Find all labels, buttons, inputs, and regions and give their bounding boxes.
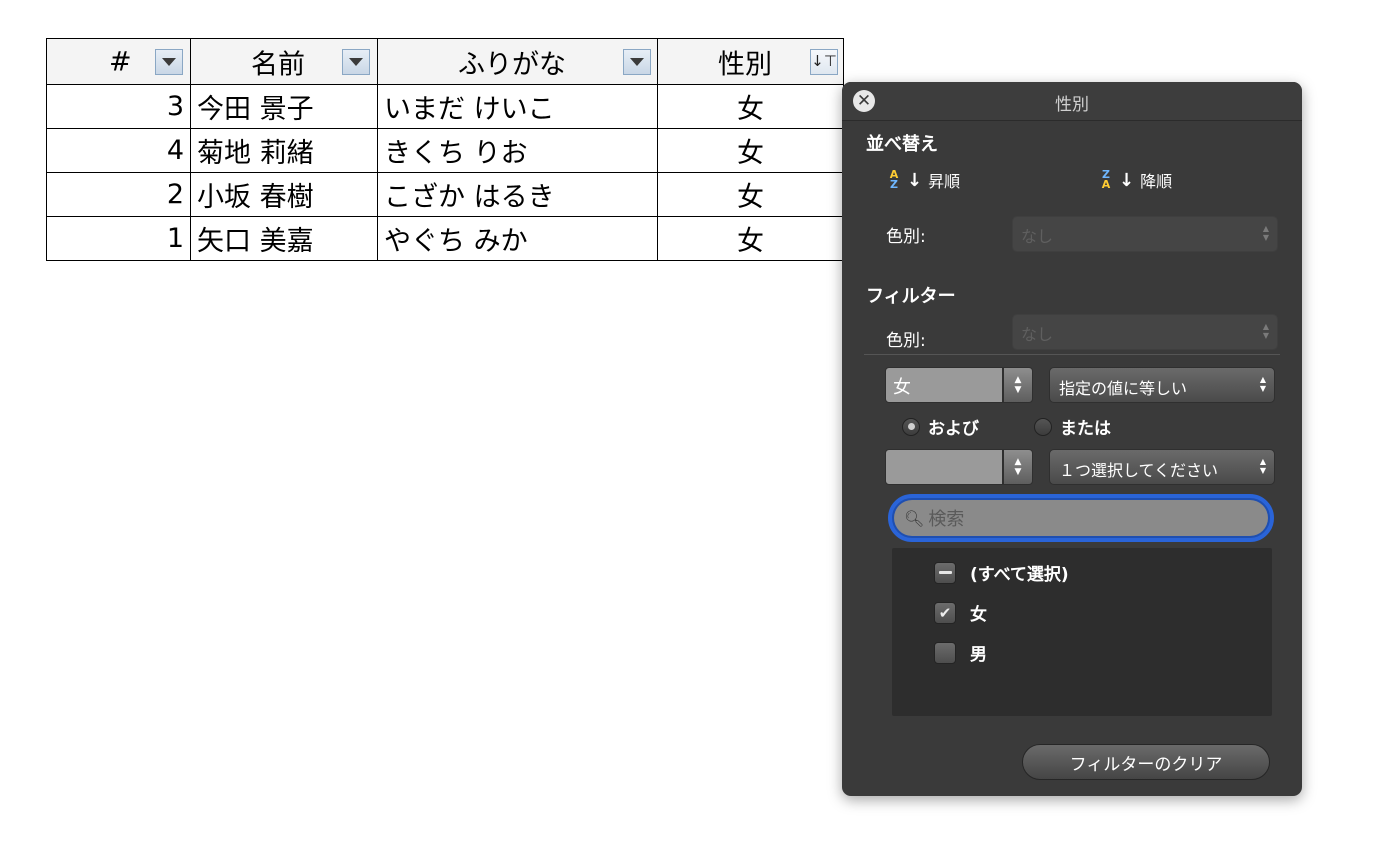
triangle-down-icon — [162, 57, 176, 66]
column-header-num[interactable]: # — [46, 38, 191, 85]
cell-num[interactable]: 3 — [46, 84, 191, 129]
cell-kana[interactable]: こざか はるき — [377, 172, 658, 217]
column-header-label: 性別 — [718, 49, 772, 80]
filter-heading: フィルター — [866, 286, 956, 307]
table-row: 3 今田 景子 いまだ けいこ 女 — [46, 84, 844, 129]
column-header-label: ふりがな — [458, 49, 566, 80]
sort-ascending-label: 昇順 — [928, 172, 961, 191]
column-header-kana[interactable]: ふりがな — [377, 38, 658, 85]
sort-filter-active-icon[interactable]: ↓⊤ — [810, 48, 838, 75]
column-header-label: # — [109, 46, 132, 77]
popover-title: 性別 — [1055, 95, 1089, 115]
stepper-arrows-icon: ▲ ▼ — [1259, 457, 1266, 475]
filter-operator1-select[interactable]: 指定の値に等しい ▲ ▼ — [1049, 367, 1275, 403]
stepper-arrows-icon: ▲ ▼ — [1262, 322, 1269, 340]
spreadsheet-table: # 名前 ふりがな 性別 ↓⊤ 3 今田 景子 いまだ けいこ 女 4 菊地 莉… — [46, 38, 844, 261]
cell-sex[interactable]: 女 — [657, 84, 844, 129]
column-header-label: 名前 — [251, 49, 305, 80]
sort-color-label: 色別: — [886, 227, 926, 247]
filter-color-label: 色別: — [886, 331, 926, 351]
sort-descending-label: 降順 — [1140, 172, 1173, 191]
list-item-female[interactable]: ✔ 女 — [934, 600, 987, 625]
cell-sex[interactable]: 女 — [657, 172, 844, 217]
cell-num[interactable]: 4 — [46, 128, 191, 173]
header-row: # 名前 ふりがな 性別 ↓⊤ — [46, 38, 844, 85]
search-input[interactable]: 🔍︎ 検索 — [894, 500, 1268, 536]
clear-filter-button[interactable]: フィルターのクリア — [1022, 744, 1270, 780]
filter-popover: ✕ 性別 並べ替え AZ ↓ 昇順 ZA ↓ 降順 色別: なし ▲ ▼ フィルタ… — [842, 82, 1302, 796]
radio-and-label: および — [928, 419, 979, 439]
cell-num[interactable]: 2 — [46, 172, 191, 217]
table-row: 4 菊地 莉緒 きくち りお 女 — [46, 128, 844, 173]
sort-az-icon: AZ — [889, 168, 899, 191]
stepper-arrows-icon: ▲ ▼ — [1259, 375, 1266, 393]
value-checklist: (すべて選択) ✔ 女 男 — [892, 548, 1272, 716]
section-divider — [864, 354, 1280, 355]
cell-kana[interactable]: やぐち みか — [377, 216, 658, 261]
stepper-arrows-icon: ▲ ▼ — [1262, 224, 1269, 242]
filter-value2-stepper[interactable]: ▲ ▼ — [1003, 449, 1033, 485]
filter-dropdown-button[interactable] — [623, 48, 651, 75]
list-item-label: (すべて選択) — [970, 565, 1069, 585]
filter-color-value: なし — [1021, 325, 1054, 344]
radio-or[interactable]: または — [1034, 414, 1111, 439]
checkbox-mixed-icon[interactable] — [934, 561, 956, 584]
cell-name[interactable]: 今田 景子 — [190, 84, 378, 129]
sort-ascending-button[interactable]: AZ ↓ 昇順 — [888, 168, 960, 192]
filter-operator2-select[interactable]: １つ選択してください ▲ ▼ — [1049, 449, 1275, 485]
list-item-label: 女 — [970, 605, 987, 625]
cell-name[interactable]: 菊地 莉緒 — [190, 128, 378, 173]
radio-dot — [902, 417, 920, 436]
cell-kana[interactable]: いまだ けいこ — [377, 84, 658, 129]
checkbox-checked-icon[interactable]: ✔ — [934, 601, 956, 624]
list-item-label: 男 — [970, 645, 987, 665]
radio-or-label: または — [1060, 419, 1111, 439]
filter-value2-combo[interactable] — [885, 449, 1003, 485]
operator1-label: 指定の値に等しい — [1059, 379, 1188, 398]
sort-color-select: なし ▲ ▼ — [1012, 216, 1278, 252]
operator2-label: １つ選択してください — [1059, 461, 1219, 480]
filter-value1-combo[interactable]: 女 — [885, 367, 1003, 403]
triangle-down-icon — [630, 57, 644, 66]
list-item-male[interactable]: 男 — [934, 640, 987, 665]
search-placeholder: 検索 — [928, 509, 965, 530]
radio-and[interactable]: および — [902, 414, 979, 439]
checkbox-unchecked-icon[interactable] — [934, 641, 956, 664]
filter-value1-stepper[interactable]: ▲ ▼ — [1003, 367, 1033, 403]
cell-kana[interactable]: きくち りお — [377, 128, 658, 173]
cell-name[interactable]: 小坂 春樹 — [190, 172, 378, 217]
cell-sex[interactable]: 女 — [657, 216, 844, 261]
cell-sex[interactable]: 女 — [657, 128, 844, 173]
search-focus-ring: 🔍︎ 検索 — [888, 494, 1274, 542]
sort-za-icon: ZA — [1101, 168, 1111, 191]
list-item-select-all[interactable]: (すべて選択) — [934, 560, 1069, 585]
filter-color-select: なし ▲ ▼ — [1012, 314, 1278, 350]
table-row: 2 小坂 春樹 こざか はるき 女 — [46, 172, 844, 217]
popover-title-bar: ✕ 性別 — [842, 82, 1302, 121]
cell-name[interactable]: 矢口 美嘉 — [190, 216, 378, 261]
filter-dropdown-button[interactable] — [342, 48, 370, 75]
radio-dot — [1034, 417, 1052, 436]
sort-color-value: なし — [1021, 227, 1054, 246]
sort-descending-button[interactable]: ZA ↓ 降順 — [1100, 168, 1172, 192]
search-icon: 🔍︎ — [904, 508, 925, 528]
arrow-down-icon: ↓ — [1119, 169, 1135, 191]
sort-heading: 並べ替え — [866, 134, 938, 155]
triangle-down-icon — [349, 57, 363, 66]
cell-num[interactable]: 1 — [46, 216, 191, 261]
column-header-name[interactable]: 名前 — [190, 38, 378, 85]
table-row: 1 矢口 美嘉 やぐち みか 女 — [46, 216, 844, 261]
column-header-sex[interactable]: 性別 ↓⊤ — [657, 38, 844, 85]
arrow-down-icon: ↓ — [907, 169, 923, 191]
filter-dropdown-button[interactable] — [155, 48, 183, 75]
